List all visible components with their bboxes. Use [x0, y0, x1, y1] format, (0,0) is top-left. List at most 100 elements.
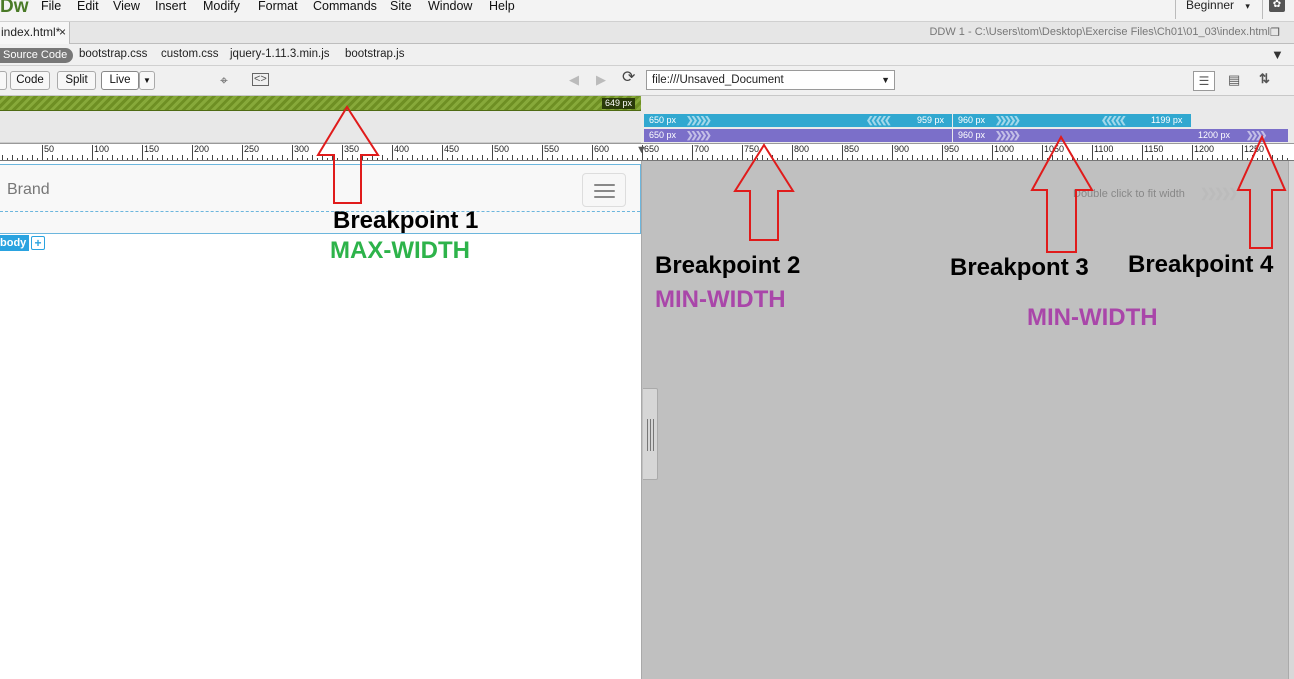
ruler-label: 300	[294, 144, 310, 154]
page-options-icon[interactable]: ▤	[1228, 73, 1240, 87]
ruler-label: 750	[744, 144, 760, 154]
body-tag-badge[interactable]: body	[0, 235, 30, 251]
related-files-bar: Source Code bootstrap.css custom.css jqu…	[0, 44, 1294, 66]
breakpoint-4-label: Breakpoint 4	[1128, 251, 1274, 278]
ruler-label: 900	[894, 144, 910, 154]
gear-icon[interactable]: ✿	[1269, 0, 1285, 12]
resize-handle-icon[interactable]: ▼	[635, 144, 648, 157]
tab-index-html[interactable]: index.html* ×	[0, 22, 70, 44]
related-file-jquery[interactable]: jquery-1.11.3.min.js	[230, 48, 330, 60]
chevron-left-icon: ❮❮❮❮❮	[1101, 115, 1127, 125]
menu-view[interactable]: View	[113, 0, 140, 13]
menu-help[interactable]: Help	[489, 0, 515, 13]
max-width-media-query-bar[interactable]: 649 px	[0, 96, 641, 111]
viewport-resize-handle[interactable]	[643, 388, 658, 480]
chevron-down-icon[interactable]: ▼	[881, 71, 890, 89]
min-width-media-query-bar-650[interactable]: 650 px ❯❯❯❯❯	[644, 129, 952, 142]
hamburger-menu-button[interactable]	[582, 173, 626, 207]
document-tab-bar: index.html* × DDW 1 - C:\Users\tom\Deskt…	[0, 22, 1294, 44]
workspace-switcher[interactable]: Beginner ▾	[1175, 0, 1263, 19]
navbar[interactable]: Brand	[0, 164, 641, 234]
chevron-right-icon: ❯❯❯❯	[1246, 130, 1267, 140]
breakpoint-1-label: Breakpoint 1	[333, 207, 479, 234]
ruler-label: 200	[194, 144, 210, 154]
bar-start-label: 1200 px	[1198, 130, 1231, 140]
code-navigator-icon[interactable]: <>	[252, 73, 269, 86]
menu-modify[interactable]: Modify	[203, 0, 240, 13]
min-max-media-query-bar-650[interactable]: 650 px ❯❯❯❯❯ ❮❮❮❮❮ 959 px	[644, 114, 952, 127]
breakpoint-2-type: MIN-WIDTH	[655, 286, 786, 313]
add-element-button[interactable]: +	[31, 236, 45, 250]
ruler-label: 950	[944, 144, 960, 154]
menu-edit[interactable]: Edit	[77, 0, 99, 13]
tab-label: index.html*	[1, 25, 61, 39]
menu-file[interactable]: File	[41, 0, 61, 13]
min-max-media-query-bar-960[interactable]: 960 px ❯❯❯❯❯ ❮❮❮❮❮ 1199 px	[953, 114, 1191, 127]
back-arrow-icon[interactable]: ◀	[569, 73, 579, 87]
bar-end-label: 959 px	[917, 115, 945, 125]
ruler-label: 1000	[994, 144, 1015, 154]
filter-icon[interactable]: ▼	[1271, 47, 1284, 62]
menu-format[interactable]: Format	[258, 0, 298, 13]
source-code-tab[interactable]: Source Code	[0, 48, 74, 63]
ruler-label: 800	[794, 144, 810, 154]
refresh-icon[interactable]: ⟳	[622, 70, 635, 86]
chevron-right-icon: ❯❯❯❯❯	[995, 115, 1021, 125]
related-file-custom-css[interactable]: custom.css	[161, 48, 219, 60]
menu-insert[interactable]: Insert	[155, 0, 186, 13]
ruler-label: 250	[244, 144, 260, 154]
menu-commands[interactable]: Commands	[313, 0, 377, 13]
restore-window-icon[interactable]: ❐	[1270, 26, 1280, 39]
fit-width-hint[interactable]: Double click to fit width	[1073, 188, 1185, 200]
bar-start-label: 960 px	[958, 115, 986, 125]
code-button[interactable]: Code	[10, 71, 50, 90]
live-dropdown-chevron-icon[interactable]: ▼	[139, 71, 155, 90]
breakpoint-1-type: MAX-WIDTH	[330, 237, 470, 264]
live-button[interactable]: Live	[101, 71, 139, 90]
ruler-label: 850	[844, 144, 860, 154]
scrollbar[interactable]	[1288, 161, 1294, 679]
ruler-label: 150	[144, 144, 160, 154]
sort-icon[interactable]: ⇅	[1259, 72, 1270, 86]
navbar-header	[0, 165, 640, 212]
forward-arrow-icon[interactable]: ▶	[596, 73, 606, 87]
document-path: DDW 1 - C:\Users\tom\Desktop\Exercise Fi…	[929, 26, 1270, 38]
breakpoint-3-label: Breakpont 3	[950, 254, 1089, 281]
viewport-gutter	[641, 161, 1294, 679]
chevron-right-icon: ❯❯❯❯❯	[686, 115, 712, 125]
inspect-crosshair-icon[interactable]: ⌖	[220, 73, 228, 87]
split-button[interactable]: Split	[57, 71, 96, 90]
bar-start-label: 650 px	[649, 130, 677, 140]
chevron-right-icon: ❯❯❯❯❯	[686, 130, 712, 140]
chevron-right-icon: ❯❯❯❯❯	[1200, 186, 1238, 200]
chevron-right-icon: ❯❯❯❯❯	[995, 130, 1021, 140]
max-width-label: 649 px	[601, 98, 635, 109]
ruler-label: 350	[344, 144, 360, 154]
navbar-brand[interactable]: Brand	[7, 181, 50, 199]
related-file-bootstrap-js[interactable]: bootstrap.js	[345, 48, 404, 60]
ruler-label: 550	[544, 144, 560, 154]
menu-site[interactable]: Site	[390, 0, 412, 13]
menu-window[interactable]: Window	[428, 0, 472, 13]
visual-media-queries-icon[interactable]: ☰	[1193, 71, 1215, 91]
ruler-label: 600	[594, 144, 610, 154]
breakpoint-2-label: Breakpoint 2	[655, 252, 801, 279]
workspace-label: Beginner	[1186, 0, 1235, 12]
address-value: file:///Unsaved_Document	[652, 74, 784, 86]
ruler-label: 400	[394, 144, 410, 154]
ruler-label: 1250	[1244, 144, 1265, 154]
related-file-bootstrap-css[interactable]: bootstrap.css	[79, 48, 147, 60]
ruler-label: 1050	[1044, 144, 1065, 154]
ruler-label: 450	[444, 144, 460, 154]
address-bar[interactable]: file:///Unsaved_Document ▼	[646, 70, 895, 90]
chevron-down-icon: ▾	[1245, 1, 1250, 11]
view-button-partial[interactable]	[0, 71, 7, 90]
ruler-label: 500	[494, 144, 510, 154]
close-icon[interactable]: ×	[59, 22, 66, 42]
breakpoint-3-type: MIN-WIDTH	[1027, 304, 1158, 331]
min-width-media-query-bar-960[interactable]: 960 px ❯❯❯❯❯	[953, 129, 1193, 142]
chevron-left-icon: ❮❮❮❮❮	[866, 115, 892, 125]
min-width-media-query-bar-1200[interactable]: 1200 px ❯❯❯❯	[1193, 129, 1288, 142]
live-view-canvas: Brand body +	[0, 161, 641, 679]
ruler-label: 1100	[1094, 144, 1114, 154]
